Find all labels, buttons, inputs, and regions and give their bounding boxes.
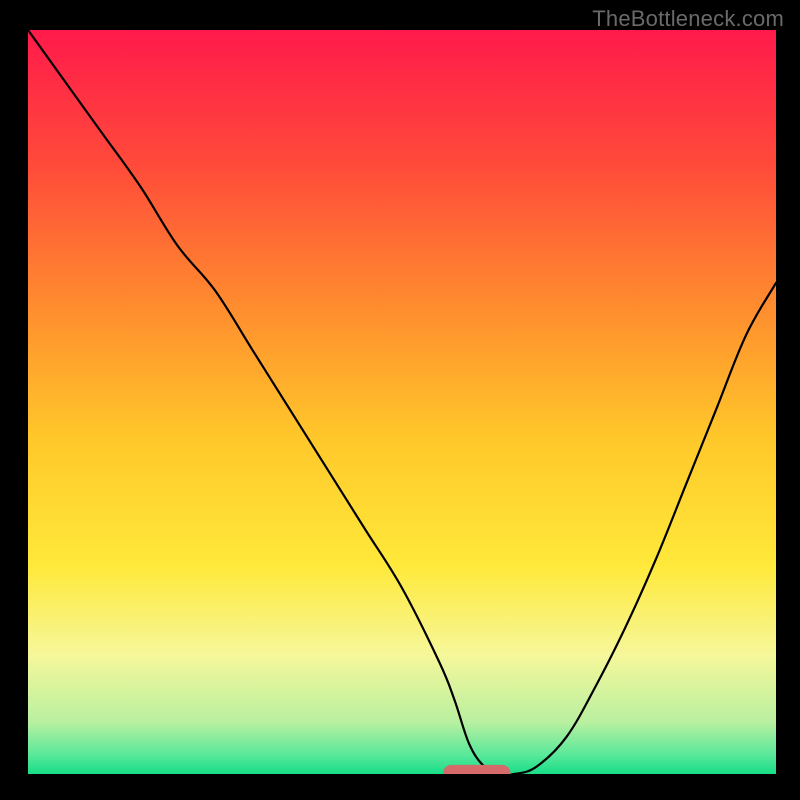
bottleneck-chart: [28, 30, 776, 774]
watermark-label: TheBottleneck.com: [592, 6, 784, 32]
gradient-background: [28, 30, 776, 774]
optimal-marker: [443, 765, 510, 774]
chart-frame: TheBottleneck.com: [0, 0, 800, 800]
plot-area: [28, 30, 776, 774]
